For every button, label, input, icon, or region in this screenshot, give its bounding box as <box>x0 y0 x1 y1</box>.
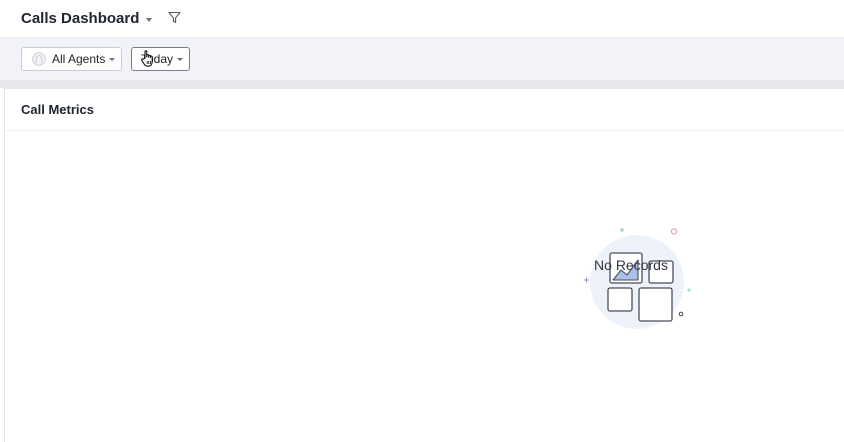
chevron-down-icon[interactable] <box>146 17 153 22</box>
chevron-down-icon <box>177 58 184 61</box>
panel-title: Call Metrics <box>21 102 94 117</box>
agents-filter-label: All Agents <box>52 52 106 66</box>
agents-filter-dropdown[interactable]: All Agents <box>21 47 122 71</box>
funnel-icon[interactable] <box>168 11 181 24</box>
page-title: Calls Dashboard <box>21 10 140 27</box>
empty-state-message: No Records <box>594 257 668 273</box>
filter-bar: All Agents Today <box>0 38 844 80</box>
date-filter-dropdown[interactable]: Today <box>131 47 190 71</box>
chevron-down-icon <box>109 58 116 61</box>
call-metrics-panel: Call Metrics <box>4 88 844 442</box>
date-filter-label: Today <box>141 52 174 66</box>
charts-illustration-icon <box>575 136 700 341</box>
section-divider <box>0 80 844 88</box>
panel-header: Call Metrics <box>5 89 844 131</box>
top-bar: Calls Dashboard <box>0 0 844 38</box>
user-avatar-icon <box>32 52 46 66</box>
